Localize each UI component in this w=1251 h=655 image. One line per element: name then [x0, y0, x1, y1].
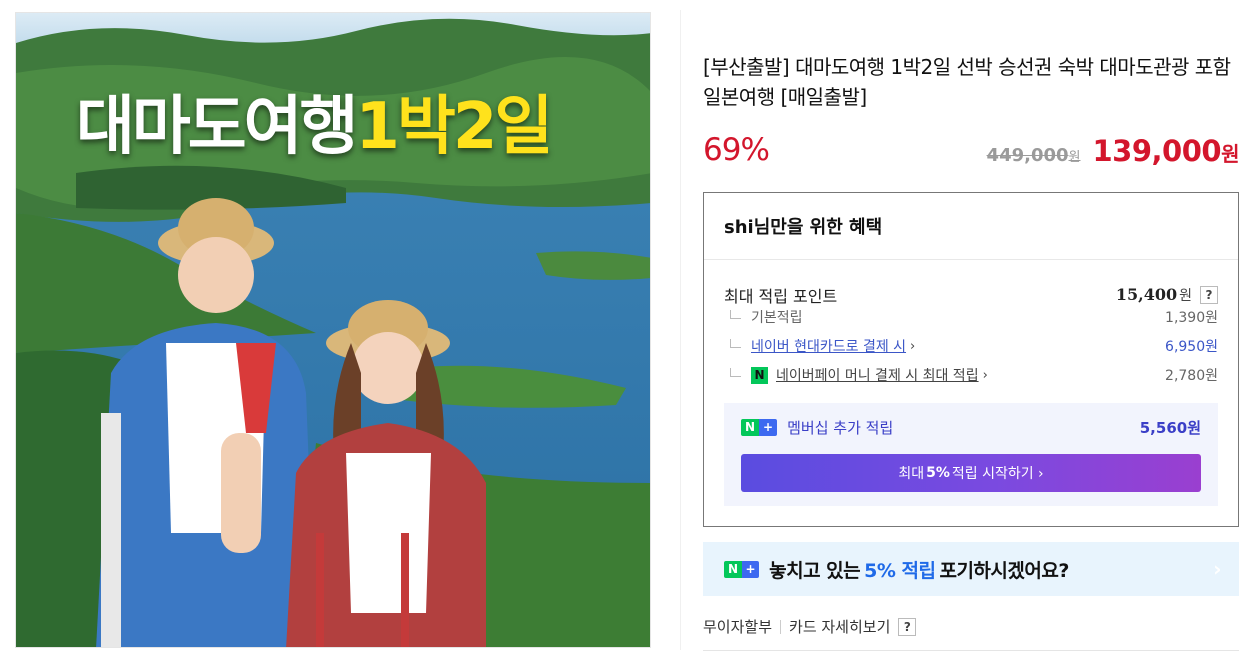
help-icon[interactable]: ?: [898, 617, 917, 636]
product-info: [부산출발] 대마도여행 1박2일 선박 승선권 숙박 대마도관광 포함 일본여…: [703, 0, 1243, 655]
discount-rate: 69%: [703, 132, 770, 168]
cta-percent: 5%: [926, 465, 950, 481]
help-icon[interactable]: ?: [1200, 286, 1218, 304]
banner-text-after: 포기하시겠어요?: [939, 559, 1069, 582]
sale-price: 139,000원: [1093, 134, 1240, 168]
points-item-basic: 기본적립 1,390원: [724, 307, 1218, 327]
points-item-label: 기본적립: [751, 310, 803, 326]
max-points-row: 최대 적립 포인트 15,400 원 ?: [724, 283, 1218, 307]
membership-row: N + 멤버십 추가 적립 5,560원: [741, 417, 1201, 438]
membership-promo-banner[interactable]: N + 놓치고 있는 5% 적립 포기하시겠어요? ›: [703, 542, 1239, 596]
banner-text-before: 놓치고 있는: [769, 559, 861, 582]
naver-plus-n: N: [724, 560, 742, 578]
hyundai-card-link[interactable]: 네이버 현대카드로 결제 시: [751, 336, 906, 356]
hero-title-highlight: 1박2일: [355, 90, 553, 164]
naver-plus-icon: N +: [741, 419, 778, 436]
benefit-box: shi님만을 위한 혜택 최대 적립 포인트 15,400 원 ? 기본적립 1,…: [703, 192, 1239, 527]
card-detail-link[interactable]: 카드 자세히보기: [789, 616, 890, 637]
points-item-npay: N 네이버페이 머니 결제 시 최대 적립 › 2,780원: [724, 365, 1218, 385]
installment-row: 무이자할부 카드 자세히보기 ?: [703, 616, 917, 637]
product-image-area: 대마도여행1박2일: [0, 0, 680, 655]
points-item-value: 1,390원: [1165, 310, 1218, 326]
separator: [780, 619, 782, 634]
divider: [680, 10, 681, 650]
price-area: 449,000원 139,000원: [987, 134, 1240, 168]
membership-label: 멤버십 추가 적립: [787, 419, 894, 437]
membership-value: 5,560원: [1139, 419, 1201, 437]
installment-label: 무이자할부: [703, 618, 773, 636]
membership-box: N + 멤버십 추가 적립 5,560원 최대 5% 적립 시작하기 ›: [724, 403, 1218, 506]
original-price: 449,000원: [987, 145, 1081, 166]
points-item-value: 6,950원: [1165, 339, 1218, 355]
points-item-value: 2,780원: [1165, 368, 1218, 384]
max-points-label: 최대 적립 포인트: [724, 287, 838, 306]
tree-connector-icon: [730, 367, 741, 377]
chevron-right-icon: ›: [1213, 557, 1221, 581]
tree-connector-icon: [730, 309, 741, 319]
chevron-right-icon: ›: [910, 338, 916, 354]
original-price-unit: 원: [1068, 150, 1081, 165]
chevron-right-icon: ›: [982, 367, 988, 383]
hero-title: 대마도여행1박2일: [76, 75, 553, 167]
hero-title-main: 대마도여행: [76, 90, 358, 164]
naver-plus-n: N: [741, 419, 760, 436]
max-points-unit: 원: [1179, 288, 1192, 304]
cta-suffix: 적립 시작하기 ›: [951, 466, 1044, 482]
sale-price-unit: 원: [1221, 142, 1239, 166]
membership-start-button[interactable]: 최대 5% 적립 시작하기 ›: [741, 454, 1201, 492]
product-title: [부산출발] 대마도여행 1박2일 선박 승선권 숙박 대마도관광 포함 일본여…: [703, 55, 1231, 109]
benefit-heading: shi님만을 위한 혜택: [704, 193, 1238, 260]
max-points-value: 15,400 원: [1116, 285, 1192, 305]
naverpay-money-link[interactable]: 네이버페이 머니 결제 시 최대 적립: [776, 365, 979, 385]
sale-price-value: 139,000: [1092, 134, 1222, 168]
divider: [703, 650, 1239, 651]
product-image[interactable]: 대마도여행1박2일: [15, 12, 651, 648]
original-price-value: 449,000: [986, 145, 1069, 166]
banner-highlight: 5% 적립: [864, 559, 936, 582]
cta-prefix: 최대: [898, 466, 925, 482]
naverpay-icon: N: [751, 366, 768, 384]
max-points-amount: 15,400: [1115, 285, 1178, 304]
tree-connector-icon: [730, 338, 741, 348]
naver-plus-icon: N +: [724, 560, 760, 578]
naver-plus-plus: +: [741, 560, 760, 578]
points-item-card: 네이버 현대카드로 결제 시 › 6,950원: [724, 336, 1218, 356]
naver-plus-plus: +: [759, 419, 778, 436]
